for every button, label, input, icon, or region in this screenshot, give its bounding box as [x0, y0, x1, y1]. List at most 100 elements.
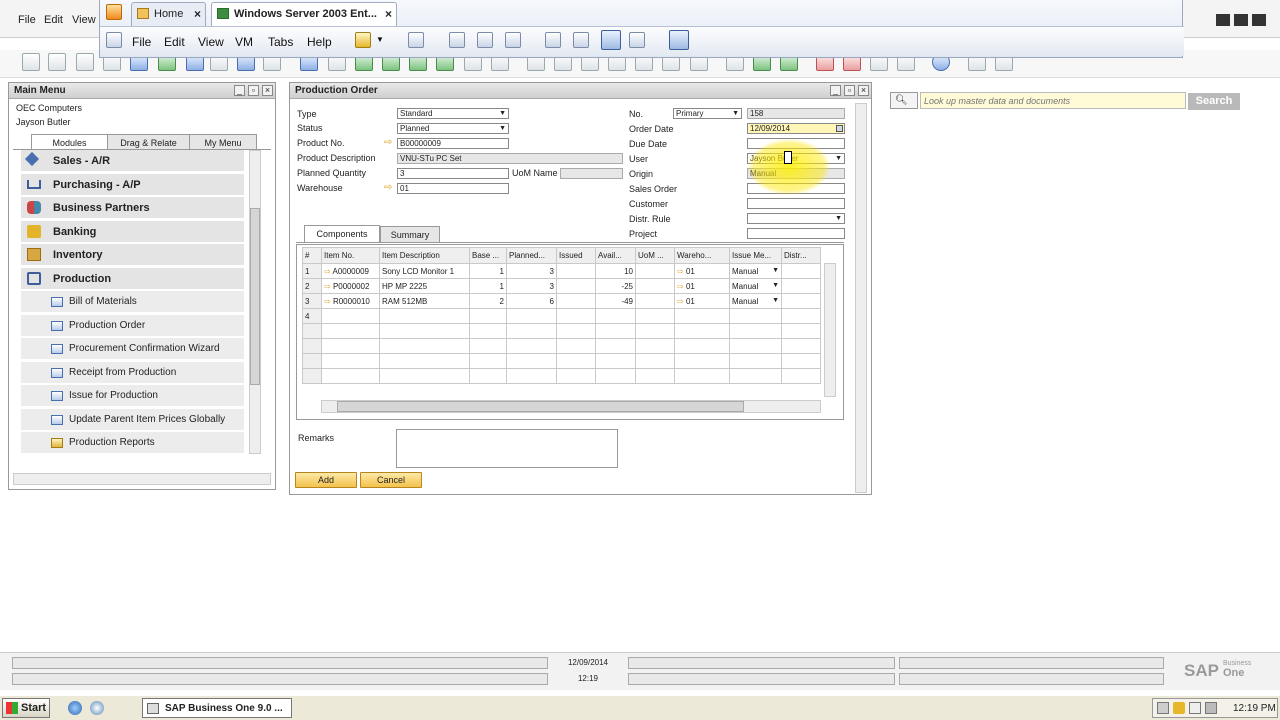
link-arrow-icon[interactable]: ⇨ — [324, 297, 333, 306]
col-header[interactable]: Issued — [556, 247, 596, 264]
menu-bill-of-materials[interactable]: Bill of Materials — [21, 291, 244, 313]
tab-home[interactable]: Home × — [131, 2, 206, 26]
sap-menu-view[interactable]: View — [72, 14, 96, 26]
internet-explorer-icon[interactable] — [90, 701, 104, 715]
link-arrow-icon[interactable]: ⇨ — [384, 138, 395, 148]
issue-method-cell[interactable]: Manual ▼ — [729, 293, 782, 309]
show-thumbnail-icon[interactable] — [573, 32, 589, 48]
vm-menu-tabs[interactable]: Tabs — [268, 35, 293, 49]
item-no-cell[interactable] — [321, 308, 380, 324]
menu-production-order[interactable]: Production Order — [21, 315, 244, 337]
tab-drag-relate[interactable]: Drag & Relate — [107, 134, 190, 150]
issued-cell[interactable] — [556, 293, 596, 309]
planned-qty-cell[interactable]: 3 — [506, 278, 557, 294]
menu-receipt-from-production[interactable]: Receipt from Production — [21, 362, 244, 384]
col-header[interactable]: Wareho... — [674, 247, 730, 264]
tab-modules[interactable]: Modules — [31, 134, 108, 150]
pin-icon[interactable] — [106, 32, 122, 48]
col-header[interactable]: Distr... — [781, 247, 821, 264]
uom-name-field[interactable] — [560, 168, 623, 179]
row-number[interactable]: 4 — [302, 308, 322, 324]
warehouse-cell[interactable]: ⇨ 01 — [674, 278, 730, 294]
col-header[interactable]: Issue Me... — [729, 247, 782, 264]
warehouse-field[interactable]: 01 — [397, 183, 509, 194]
warehouse-cell[interactable]: ⇨ 01 — [674, 293, 730, 309]
series-select[interactable]: Primary — [673, 108, 742, 119]
link-arrow-icon[interactable]: ⇨ — [677, 297, 686, 306]
menu-update-parent-prices[interactable]: Update Parent Item Prices Globally — [21, 409, 244, 431]
item-no-cell[interactable]: ⇨ P0000002 — [321, 278, 380, 294]
uom-cell[interactable] — [635, 263, 675, 279]
issued-cell[interactable] — [556, 263, 596, 279]
start-button[interactable]: Start — [2, 698, 50, 718]
table-row[interactable] — [302, 338, 821, 354]
base-qty-cell[interactable]: 1 — [469, 278, 507, 294]
volume-icon[interactable] — [1189, 702, 1201, 714]
form-vertical-scrollbar[interactable] — [855, 103, 867, 493]
search-input[interactable] — [920, 92, 1186, 109]
menu-business-partners[interactable]: Business Partners — [21, 197, 244, 219]
chevron-down-icon[interactable]: ▼ — [772, 282, 779, 289]
issue-method-cell[interactable]: Manual ▼ — [729, 278, 782, 294]
show-sidebar-icon[interactable] — [545, 32, 561, 48]
close-icon[interactable]: × — [262, 85, 273, 96]
doc-number-field[interactable]: 158 — [747, 108, 845, 119]
minimize-icon[interactable] — [1216, 14, 1230, 26]
tab-summary[interactable]: Summary — [380, 226, 440, 242]
sap-menu-file[interactable]: File — [18, 14, 36, 26]
menu-issue-for-production[interactable]: Issue for Production — [21, 385, 244, 407]
available-cell[interactable]: 10 — [595, 263, 636, 279]
col-header[interactable]: Avail... — [595, 247, 636, 264]
menu-banking[interactable]: Banking — [21, 221, 244, 243]
item-desc-cell[interactable] — [379, 308, 470, 324]
planned-qty-cell[interactable]: 3 — [506, 263, 557, 279]
tab-windows-server[interactable]: Windows Server 2003 Ent... × — [211, 2, 397, 26]
item-desc-cell[interactable]: RAM 512MB — [379, 293, 470, 309]
close-icon[interactable] — [1252, 14, 1266, 26]
pause-icon[interactable] — [355, 32, 371, 48]
warehouse-cell[interactable] — [674, 308, 730, 324]
table-row[interactable]: 2 ⇨ P0000002 HP MP 2225 1 3 -25 ⇨ 01 Man… — [302, 278, 821, 294]
product-desc-field[interactable]: VNU-STu PC Set — [397, 153, 623, 164]
revert-icon[interactable] — [477, 32, 493, 48]
planned-qty-cell[interactable]: 6 — [506, 293, 557, 309]
minimize-icon[interactable]: _ — [830, 85, 841, 96]
menu-horizontal-scrollbar[interactable] — [13, 473, 271, 485]
vm-menu-vm[interactable]: VM — [235, 35, 253, 49]
issue-method-cell[interactable]: Manual ▼ — [729, 263, 782, 279]
link-arrow-icon[interactable]: ⇨ — [677, 267, 686, 276]
uom-cell[interactable] — [635, 278, 675, 294]
vm-menu-file[interactable]: File — [132, 35, 151, 49]
uom-cell[interactable] — [635, 308, 675, 324]
search-options-button[interactable]: 🔍︎ — [890, 92, 918, 109]
table-row[interactable] — [302, 323, 821, 339]
send-ctrl-alt-del-icon[interactable] — [408, 32, 424, 48]
search-button[interactable]: Search — [1188, 93, 1240, 110]
issued-cell[interactable] — [556, 278, 596, 294]
distr-rule-select[interactable] — [747, 213, 845, 224]
fullscreen-icon[interactable] — [601, 30, 621, 50]
status-select[interactable]: Planned — [397, 123, 509, 134]
tab-my-menu[interactable]: My Menu — [189, 134, 257, 150]
restore-icon[interactable]: ▫ — [844, 85, 855, 96]
console-view-icon[interactable] — [669, 30, 689, 50]
chevron-down-icon[interactable]: ▼ — [772, 297, 779, 304]
menu-sales-ar[interactable]: Sales - A/R — [21, 150, 244, 172]
remarks-textarea[interactable] — [396, 429, 618, 468]
menu-production-reports[interactable]: Production Reports — [21, 432, 244, 454]
vmware-tools-icon[interactable] — [1205, 702, 1217, 714]
uom-cell[interactable] — [635, 293, 675, 309]
vm-menu-help[interactable]: Help — [307, 35, 332, 49]
available-cell[interactable] — [595, 308, 636, 324]
calendar-icon[interactable] — [836, 125, 843, 132]
col-header[interactable]: Planned... — [506, 247, 557, 264]
row-number[interactable]: 1 — [302, 263, 322, 279]
preview-icon[interactable] — [22, 53, 40, 71]
available-cell[interactable]: -49 — [595, 293, 636, 309]
col-header[interactable]: # — [302, 247, 322, 264]
table-row[interactable]: 4 — [302, 308, 821, 324]
scroll-thumb[interactable] — [250, 208, 260, 385]
table-row[interactable]: 1 ⇨ A0000009 Sony LCD Monitor 1 1 3 10 ⇨… — [302, 263, 821, 279]
close-icon[interactable]: × — [858, 85, 869, 96]
snapshot-icon[interactable] — [449, 32, 465, 48]
